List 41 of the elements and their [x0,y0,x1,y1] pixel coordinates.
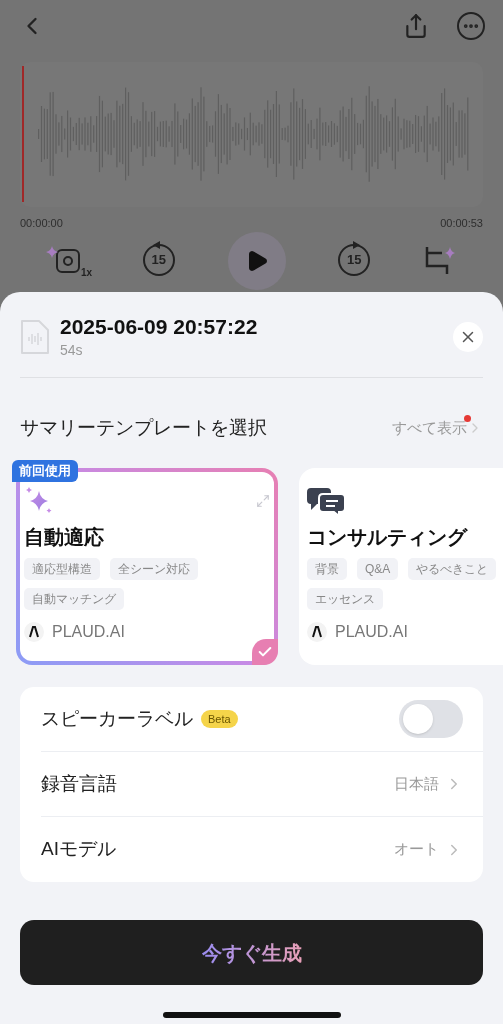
sparkle-icon [46,245,58,258]
audio-file-icon [20,319,50,355]
template-tag: 適応型構造 [24,558,100,580]
setting-row[interactable]: 録音言語 日本語 [41,752,483,817]
template-tag: 自動マッチング [24,588,124,610]
template-tag: やるべきこと [408,558,497,580]
setting-row[interactable]: スピーカーラベル Beta [41,687,483,752]
last-used-badge: 前回使用 [12,460,78,482]
setting-label: 録音言語 [41,771,117,796]
recording-title: 2025-06-09 20:57:22 [60,313,258,340]
author-logo-icon [307,622,327,642]
author-name: PLAUD.AI [52,622,125,642]
beta-badge: Beta [201,710,238,728]
setting-value: オート [394,839,439,860]
start-time: 00:00:00 [20,216,63,231]
more-icon[interactable] [457,12,485,40]
setting-row[interactable]: AIモデル オート [41,817,483,882]
toggle-switch[interactable] [399,700,463,738]
template-tag: 全シーン対応 [110,558,198,580]
setting-value: 日本語 [394,773,439,794]
chat-bubbles-icon [307,486,347,516]
end-time: 00:00:53 [440,216,483,231]
skip-seconds: 15 [347,253,362,266]
selected-check-icon [252,639,278,665]
skip-seconds: 15 [151,253,166,266]
template-name: 自動適応 [24,525,105,550]
template-tag: Q&A [357,558,399,580]
generate-button[interactable]: 今すぐ生成 [20,920,483,985]
speed-label: 1x [80,265,92,280]
share-icon[interactable] [403,13,429,39]
setting-label: AIモデル [41,837,116,862]
recording-duration: 54s [60,340,84,360]
author-logo-icon [24,622,44,642]
template-tag: 背景 [307,558,347,580]
template-card[interactable]: コンサルティング 背景 Q&A やるべきこと エッセンス PLAUD.AI [299,468,503,665]
template-name: コンサルティング [307,525,469,550]
section-title: サマリーテンプレートを選択 [20,415,267,440]
template-tag: エッセンス [307,588,383,610]
author-name: PLAUD.AI [335,622,408,642]
setting-label: スピーカーラベル [41,706,193,731]
close-button[interactable] [453,322,483,352]
